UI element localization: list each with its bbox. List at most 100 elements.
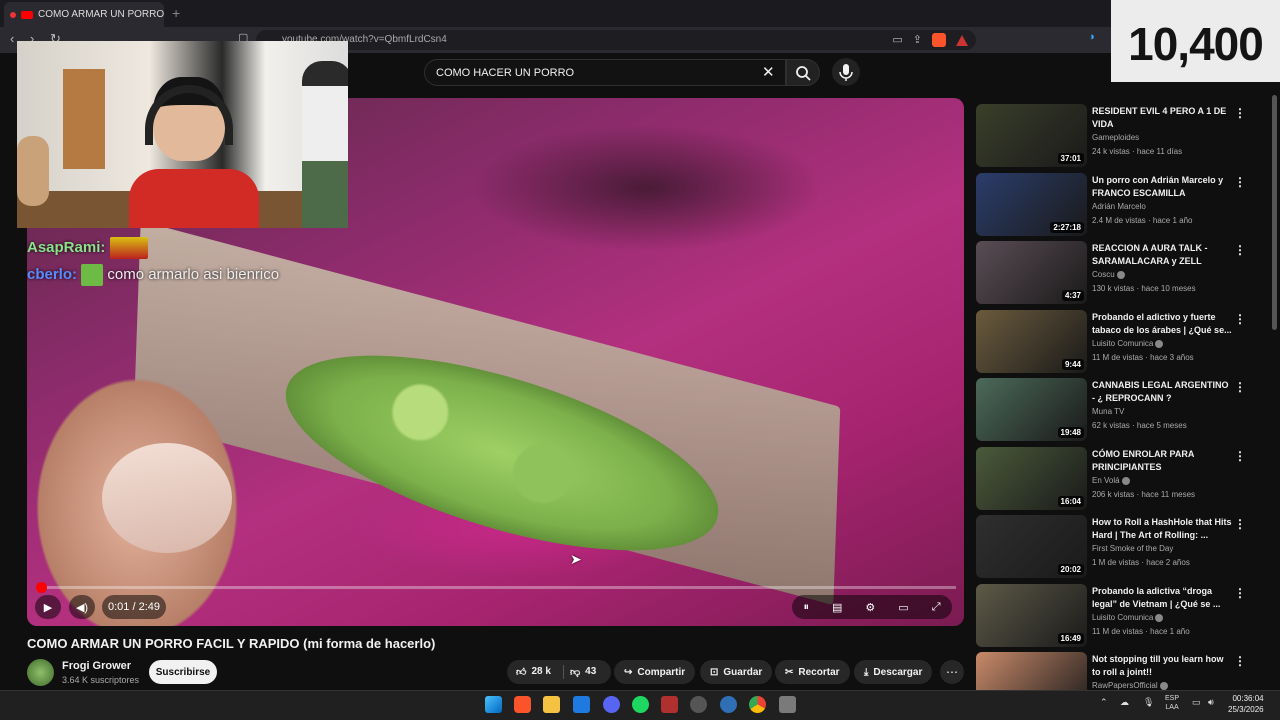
- autoplay-toggle-icon[interactable]: ⏸: [804, 601, 810, 614]
- subtitles-icon[interactable]: ▤: [832, 601, 842, 614]
- recommended-video-title[interactable]: REACCION A AURA TALK - SARAMALACARA y ZE…: [1092, 242, 1232, 268]
- progress-scrubber[interactable]: [36, 582, 47, 593]
- recommended-channel-name[interactable]: En Volá: [1092, 476, 1130, 485]
- save-button[interactable]: ⊡ Guardar: [700, 660, 773, 684]
- video-thumbnail[interactable]: 16:04: [976, 447, 1087, 510]
- fullscreen-icon[interactable]: ⤢: [932, 601, 941, 614]
- download-button[interactable]: ⤓ Descargar: [854, 660, 933, 684]
- obs-icon[interactable]: [690, 696, 707, 713]
- subscribe-button[interactable]: Suscribirse: [149, 660, 217, 684]
- brave-browser-icon[interactable]: [514, 696, 531, 713]
- theater-mode-icon[interactable]: ▭: [898, 601, 908, 614]
- recommended-channel-name[interactable]: Luisito Comunica: [1092, 339, 1164, 348]
- play-button[interactable]: ▶: [35, 595, 61, 619]
- settings-gear-icon[interactable]: ⚙: [865, 601, 875, 614]
- recommended-video[interactable]: 37:01 RESIDENT EVIL 4 PERO A 1 DE VIDA Gam…: [976, 104, 1260, 168]
- video-menu-icon[interactable]: ⋮: [1234, 175, 1246, 189]
- network-icon[interactable]: ▭: [1192, 697, 1201, 708]
- counter-value: 10,400: [1128, 18, 1264, 70]
- video-thumbnail[interactable]: [976, 652, 1087, 690]
- start-windows-icon[interactable]: [485, 696, 502, 713]
- video-menu-icon[interactable]: ⋮: [1234, 654, 1246, 668]
- share-icon[interactable]: ⇪: [913, 33, 922, 47]
- search-button[interactable]: [786, 59, 820, 86]
- video-menu-icon[interactable]: ⋮: [1234, 449, 1246, 463]
- recommended-channel-name[interactable]: Coscu: [1092, 270, 1125, 279]
- taskbar-clock[interactable]: 00:36:04 25/3/2026: [1228, 693, 1264, 715]
- spotify-icon[interactable]: [632, 696, 649, 713]
- discord-icon[interactable]: [603, 696, 620, 713]
- recommended-video[interactable]: 20:02 How to Roll a HashHole that Hits Ha…: [976, 515, 1260, 579]
- progress-bar[interactable]: [41, 586, 956, 589]
- video-thumbnail[interactable]: 19:48: [976, 378, 1087, 441]
- like-button[interactable]: 👍︎ 28 k: [516, 666, 551, 678]
- voice-search-button[interactable]: [832, 58, 860, 86]
- clip-button[interactable]: ✂ Recortar: [775, 660, 850, 684]
- video-menu-icon[interactable]: ⋮: [1234, 243, 1246, 257]
- recommended-channel-name[interactable]: Gameploides: [1092, 133, 1139, 142]
- recommended-video-title[interactable]: Un porro con Adrián Marcelo y FRANCO ESC…: [1092, 174, 1232, 200]
- app-c-icon[interactable]: [720, 696, 737, 713]
- video-thumbnail[interactable]: 9:44: [976, 310, 1087, 373]
- brave-shield-icon[interactable]: [932, 33, 946, 47]
- recommended-video[interactable]: 2:27:18 Un porro con Adrián Marcelo y FRA…: [976, 173, 1260, 237]
- channel-name[interactable]: Frogi Grower: [62, 660, 131, 672]
- recommended-video-title[interactable]: Probando el adictivo y fuerte tabaco de …: [1092, 311, 1232, 337]
- video-thumbnail[interactable]: 2:27:18: [976, 173, 1087, 236]
- address-bar[interactable]: youtube.com/watch?v=QbmfLrdCsn4 ▭ ⇪: [256, 30, 976, 50]
- cloud-icon[interactable]: ☁: [1120, 697, 1129, 708]
- new-tab-icon[interactable]: +: [172, 5, 180, 21]
- recommended-video[interactable]: 9:44 Probando el adictivo y fuerte tabaco…: [976, 310, 1260, 374]
- clear-search-icon[interactable]: ✕: [762, 63, 775, 81]
- recommended-video-title[interactable]: CANNABIS LEGAL ARGENTINO - ¿ REPROCANN ?: [1092, 379, 1232, 405]
- video-thumbnail[interactable]: 20:02: [976, 515, 1087, 578]
- scrollbar[interactable]: [1272, 95, 1277, 330]
- video-frame-nail: [102, 443, 232, 553]
- recommended-channel-name[interactable]: RawPapersOfficial: [1092, 681, 1168, 690]
- recommended-video[interactable]: Not stopping till you learn how to roll …: [976, 652, 1260, 690]
- recommended-video[interactable]: 16:49 Probando la adictiva “droga legal” …: [976, 584, 1260, 648]
- recommended-video[interactable]: 16:04 CÓMO ENROLAR PARA PRINCIPIANTES En V…: [976, 447, 1260, 511]
- recommended-video-title[interactable]: Not stopping till you learn how to roll …: [1092, 653, 1232, 679]
- tray-chevron-icon[interactable]: ⌃: [1100, 697, 1108, 708]
- volume-icon[interactable]: ◀): [69, 595, 95, 619]
- recommended-channel-name[interactable]: Muna TV: [1092, 407, 1124, 416]
- recommended-video[interactable]: 19:48 CANNABIS LEGAL ARGENTINO - ¿ REPROC…: [976, 378, 1260, 442]
- video-thumbnail[interactable]: 16:49: [976, 584, 1087, 647]
- video-menu-icon[interactable]: ⋮: [1234, 517, 1246, 531]
- streamer-app-icon[interactable]: [661, 696, 678, 713]
- channel-avatar[interactable]: [27, 659, 54, 686]
- recommended-video[interactable]: 4:37 REACCION A AURA TALK - SARAMALACARA …: [976, 241, 1260, 305]
- recommended-video-title[interactable]: Probando la adictiva “droga legal” de Vi…: [1092, 585, 1232, 611]
- video-thumbnail[interactable]: 4:37: [976, 241, 1087, 304]
- language-indicator[interactable]: ESP LAA: [1165, 694, 1179, 712]
- download-label: Descargar: [873, 666, 923, 678]
- recommended-video-title[interactable]: How to Roll a HashHole that Hits Hard | …: [1092, 516, 1232, 542]
- extension-icon[interactable]: ◑: [1088, 31, 1095, 43]
- back-icon[interactable]: ‹: [10, 31, 14, 46]
- recommended-channel-name[interactable]: Luisito Comunica: [1092, 613, 1164, 622]
- video-menu-icon[interactable]: ⋮: [1234, 312, 1246, 326]
- video-thumbnail[interactable]: 37:01: [976, 104, 1087, 167]
- recommended-video-title[interactable]: RESIDENT EVIL 4 PERO A 1 DE VIDA: [1092, 105, 1232, 131]
- recommended-channel-name[interactable]: Adrián Marcelo: [1092, 202, 1146, 211]
- share-button[interactable]: ↪ Compartir: [614, 660, 696, 684]
- more-actions-icon[interactable]: ⋯: [940, 660, 964, 684]
- mic-tray-icon[interactable]: 🎙︎: [1143, 697, 1154, 708]
- recommended-video-title[interactable]: CÓMO ENROLAR PARA PRINCIPIANTES: [1092, 448, 1232, 474]
- video-menu-icon[interactable]: ⋮: [1234, 586, 1246, 600]
- speaker-icon[interactable]: 🔊︎: [1208, 697, 1214, 708]
- video-menu-icon[interactable]: ⋮: [1234, 106, 1246, 120]
- browser-tab[interactable]: COMO ARMAR UN PORRO F ✕: [4, 2, 164, 27]
- dislike-button[interactable]: 👎︎ 43: [570, 666, 596, 678]
- file-explorer-icon[interactable]: [543, 696, 560, 713]
- bing-icon[interactable]: [573, 696, 590, 713]
- video-menu-icon[interactable]: ⋮: [1234, 380, 1246, 394]
- search-input[interactable]: COMO HACER UN PORRO: [424, 59, 786, 86]
- cast-icon[interactable]: ▭: [892, 33, 902, 47]
- paint-icon[interactable]: [779, 696, 796, 713]
- recommended-channel-name[interactable]: First Smoke of the Day: [1092, 544, 1173, 553]
- chrome-icon[interactable]: [749, 696, 766, 713]
- stream-counter: 10,400: [1111, 0, 1280, 82]
- brave-rewards-icon[interactable]: [956, 35, 968, 46]
